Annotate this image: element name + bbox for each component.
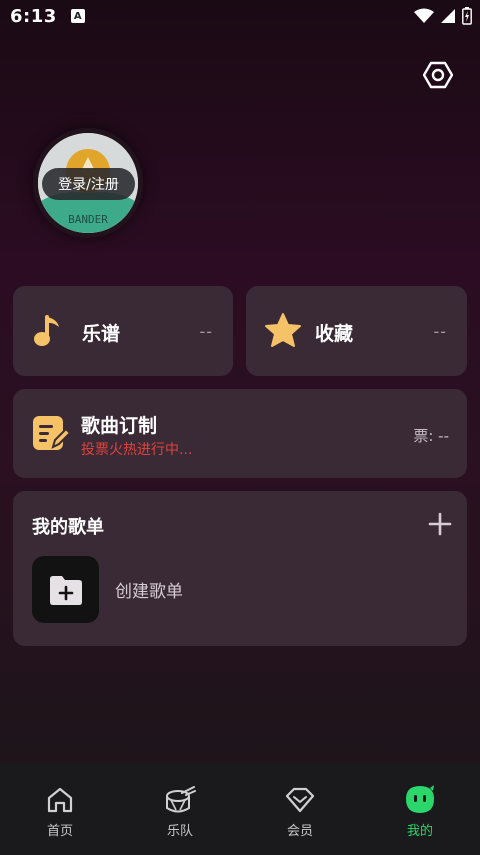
tab-mine[interactable]: 我的 xyxy=(360,762,480,855)
login-register-button[interactable]: 登录/注册 xyxy=(42,168,135,200)
wifi-icon xyxy=(414,8,434,23)
status-time: 6:13 xyxy=(10,5,57,27)
notification-a-icon: A xyxy=(70,9,85,23)
home-icon xyxy=(47,787,73,813)
settings-button[interactable] xyxy=(421,58,455,92)
create-playlist-thumb xyxy=(32,556,99,623)
tab-home[interactable]: 首页 xyxy=(0,762,120,855)
tab-band-label: 乐队 xyxy=(166,824,193,839)
voting-status-text: 投票火热进行中... xyxy=(81,442,193,458)
status-bar: 6:13 A xyxy=(0,0,480,32)
tab-member-label: 会员 xyxy=(286,824,313,839)
drum-icon xyxy=(166,786,196,813)
folder-add-icon xyxy=(49,575,82,605)
create-playlist-item[interactable]: 创建歌单 xyxy=(32,556,332,623)
my-playlists-card: 我的歌单 创建歌单 xyxy=(13,491,467,646)
tab-home-label: 首页 xyxy=(46,824,73,839)
add-playlist-icon[interactable] xyxy=(427,511,453,537)
settings-hexagon-icon xyxy=(423,61,453,89)
create-playlist-label: 创建歌单 xyxy=(115,582,183,602)
song-customization-card[interactable]: 歌曲订制 投票火热进行中... 票: -- xyxy=(13,389,467,478)
votes-count: 票: -- xyxy=(413,427,449,445)
diamond-icon xyxy=(285,787,315,813)
svg-text:BANDER: BANDER xyxy=(68,213,108,226)
my-playlists-title: 我的歌单 xyxy=(32,517,104,538)
music-note-icon xyxy=(34,315,59,346)
sheet-music-count: -- xyxy=(199,322,213,341)
sheet-music-label: 乐谱 xyxy=(82,323,121,345)
favorites-label: 收藏 xyxy=(315,323,354,345)
song-customization-title: 歌曲订制 xyxy=(81,415,158,437)
star-icon xyxy=(265,313,301,347)
bottom-tab-bar: 首页 乐队 会员 我的 xyxy=(0,762,480,855)
favorites-card[interactable]: 收藏 -- xyxy=(246,286,467,376)
mine-face-icon xyxy=(406,785,434,813)
tab-mine-label: 我的 xyxy=(406,824,433,839)
edit-note-icon xyxy=(33,416,71,450)
battery-icon xyxy=(462,7,472,25)
tab-member[interactable]: 会员 xyxy=(240,762,360,855)
tab-band[interactable]: 乐队 xyxy=(120,762,240,855)
sheet-music-card[interactable]: 乐谱 -- xyxy=(13,286,233,376)
favorites-count: -- xyxy=(433,322,447,341)
signal-icon xyxy=(441,9,455,23)
